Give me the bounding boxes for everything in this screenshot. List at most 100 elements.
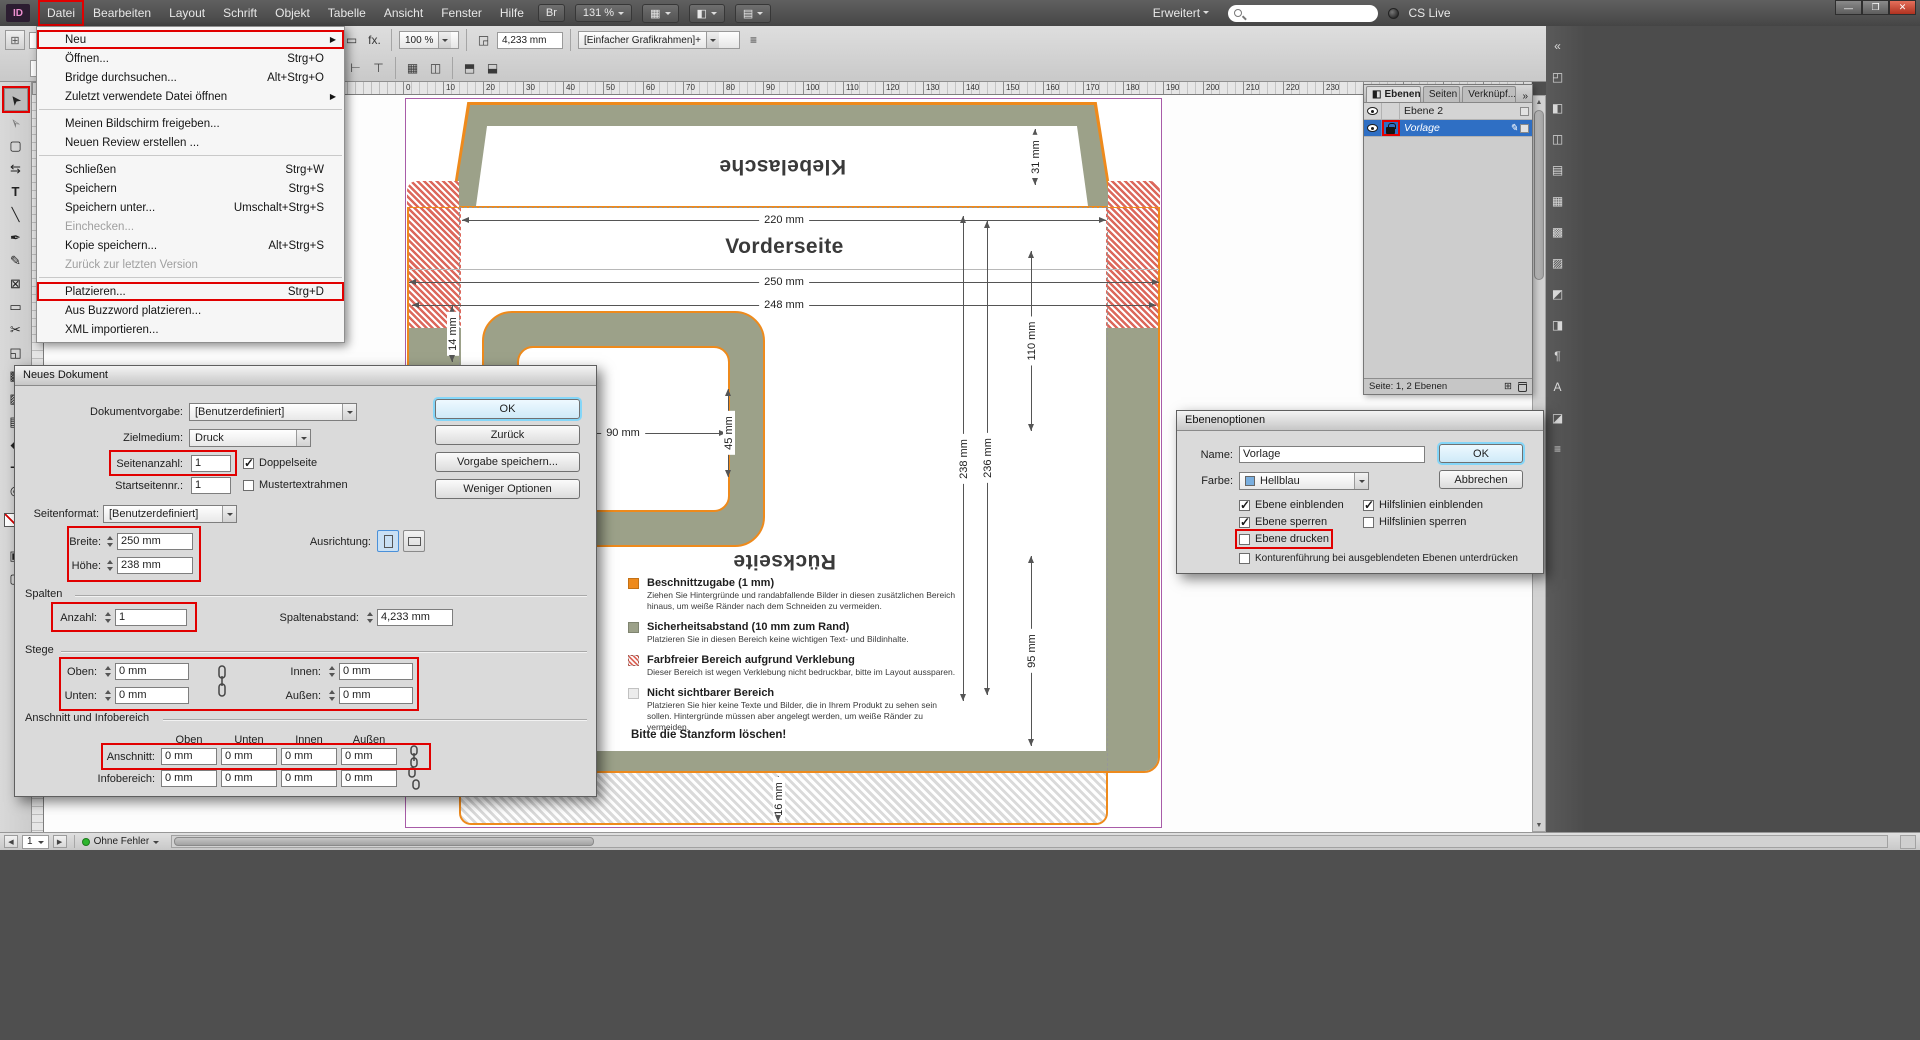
- pages-panel-icon[interactable]: ◰: [1548, 67, 1567, 86]
- tab-pages[interactable]: Seiten: [1423, 86, 1460, 102]
- stroke-panel-icon[interactable]: ▤: [1548, 160, 1567, 179]
- slug-top-field[interactable]: 0 mm: [161, 770, 217, 787]
- pencil-tool-button[interactable]: ✎: [4, 249, 28, 272]
- gradient-panel-icon[interactable]: ▨: [1548, 253, 1567, 272]
- corner-size-field[interactable]: 4,233 mm: [497, 32, 563, 49]
- margin-inside-field[interactable]: 0 mm: [339, 663, 413, 680]
- page-format-dropdown[interactable]: [Benutzerdefiniert]: [103, 505, 237, 523]
- restore-button[interactable]: ❐: [1862, 0, 1889, 15]
- fewer-options-button[interactable]: Weniger Optionen: [435, 479, 580, 499]
- bridge-button[interactable]: Br: [538, 4, 565, 22]
- menubar-item[interactable]: Fenster: [432, 0, 491, 26]
- tab-links[interactable]: Verknüpf...: [1462, 86, 1516, 102]
- close-button[interactable]: ✕: [1889, 0, 1916, 15]
- opacity-dropdown[interactable]: 100 %: [399, 31, 459, 49]
- gap-tool-button[interactable]: ⇆: [4, 157, 28, 180]
- margin-bottom-field[interactable]: 0 mm: [115, 687, 189, 704]
- free-transform-tool-button[interactable]: ◱: [4, 341, 28, 364]
- panel-collapse-icon[interactable]: »: [1518, 91, 1532, 102]
- next-page-button[interactable]: ▶: [53, 835, 67, 848]
- file-menu-item[interactable]: Platzieren... Strg+D: [37, 282, 344, 301]
- slug-outside-field[interactable]: 0 mm: [341, 770, 397, 787]
- object-styles-panel-icon[interactable]: ◪: [1548, 408, 1567, 427]
- bleed-top-field[interactable]: 0 mm: [161, 748, 217, 765]
- expand-panels-icon[interactable]: «: [1548, 36, 1567, 55]
- checkbox-icon[interactable]: [1239, 534, 1250, 545]
- show-layer-checkbox[interactable]: Ebene einblenden: [1239, 499, 1344, 511]
- margin-bottom-stepper[interactable]: [103, 687, 113, 704]
- checkbox-icon[interactable]: [1363, 517, 1374, 528]
- suppress-text-wrap-checkbox[interactable]: Konturenführung bei ausgeblendeten Ebene…: [1239, 553, 1518, 564]
- file-menu-item[interactable]: Aus Buzzword platzieren...: [37, 301, 344, 320]
- layer-lock-cell[interactable]: [1382, 120, 1400, 136]
- effects-fx-button[interactable]: fx.: [365, 31, 384, 50]
- preset-dropdown[interactable]: [Benutzerdefiniert]: [189, 403, 357, 421]
- layer-name[interactable]: Ebene 2: [1400, 105, 1520, 117]
- scroll-up-icon[interactable]: ▲: [1533, 96, 1545, 108]
- workspace-switcher[interactable]: Erweitert: [1144, 0, 1219, 26]
- text-wrap-panel-icon[interactable]: ◨: [1548, 315, 1567, 334]
- panel-menu-icon[interactable]: ≡: [744, 31, 763, 50]
- bleed-bottom-field[interactable]: 0 mm: [221, 748, 277, 765]
- margin-top-stepper[interactable]: [103, 663, 113, 680]
- arrange-documents-button[interactable]: ▤: [735, 4, 771, 23]
- layer-name-field[interactable]: Vorlage: [1239, 446, 1425, 463]
- cancel-button[interactable]: Abbrechen: [1439, 470, 1523, 489]
- start-page-field[interactable]: 1: [191, 477, 231, 494]
- align-top-icon[interactable]: ⊤: [369, 59, 388, 78]
- show-guides-checkbox[interactable]: Hilfslinien einblenden: [1363, 499, 1483, 511]
- column-count-field[interactable]: 1: [115, 609, 187, 626]
- gutter-field[interactable]: 4,233 mm: [377, 609, 453, 626]
- drop-shadow-icon[interactable]: ⬒: [460, 59, 479, 78]
- intent-dropdown[interactable]: Druck: [189, 429, 311, 447]
- file-menu-item[interactable]: Neu ▶: [37, 30, 344, 49]
- align-panel-icon[interactable]: ≡: [1548, 439, 1567, 458]
- pages-count-field[interactable]: 1: [191, 455, 231, 472]
- multiply-effect-icon[interactable]: ⬓: [483, 59, 502, 78]
- links-panel-icon[interactable]: ◫: [1548, 129, 1567, 148]
- margin-outside-field[interactable]: 0 mm: [339, 687, 413, 704]
- menubar-item[interactable]: Layout: [160, 0, 214, 26]
- master-frame-checkbox[interactable]: Mustertextrahmen: [243, 479, 348, 491]
- file-menu-item[interactable]: Kopie speichern... Alt+Strg+S: [37, 236, 344, 255]
- paragraph-panel-icon[interactable]: ¶: [1548, 346, 1567, 365]
- file-menu-item[interactable]: Speichern unter... Umschalt+Strg+S: [37, 198, 344, 217]
- checkbox-icon[interactable]: [1239, 553, 1250, 564]
- direct-selection-tool-button[interactable]: ➣: [4, 111, 28, 134]
- line-tool-button[interactable]: ╲: [4, 203, 28, 226]
- reference-point-proxy[interactable]: ⊞: [5, 30, 25, 50]
- ok-button[interactable]: OK: [435, 399, 580, 419]
- frame-tool-button[interactable]: ⊠: [4, 272, 28, 295]
- layer-visibility-cell[interactable]: [1364, 120, 1382, 136]
- vertical-scroll-thumb[interactable]: [1534, 110, 1544, 280]
- pen-tool-button[interactable]: ✒: [4, 226, 28, 249]
- menubar-item[interactable]: Ansicht: [375, 0, 432, 26]
- previous-page-button[interactable]: ◀: [4, 835, 18, 848]
- tab-layers[interactable]: ◧Ebenen: [1366, 86, 1421, 102]
- height-value-field[interactable]: 238 mm: [117, 557, 193, 574]
- wrap-around-icon[interactable]: ◫: [426, 59, 445, 78]
- dialog-titlebar[interactable]: Neues Dokument: [15, 366, 596, 386]
- checkbox-icon[interactable]: [243, 480, 254, 491]
- file-menu-item[interactable]: Speichern Strg+S: [37, 179, 344, 198]
- dialog-titlebar[interactable]: Ebenenoptionen: [1177, 411, 1543, 431]
- save-preset-button[interactable]: Vorgabe speichern...: [435, 452, 580, 472]
- bleed-inside-field[interactable]: 0 mm: [281, 748, 337, 765]
- selection-tool-button[interactable]: ➤: [4, 88, 28, 111]
- scroll-down-icon[interactable]: ▼: [1533, 819, 1545, 831]
- color-panel-icon[interactable]: ▦: [1548, 191, 1567, 210]
- margin-inside-stepper[interactable]: [327, 663, 337, 680]
- delete-layer-icon[interactable]: [1518, 382, 1527, 392]
- menubar-item[interactable]: Objekt: [266, 0, 319, 26]
- orientation-landscape-button[interactable]: [403, 530, 425, 552]
- file-menu-item[interactable]: Zurück zur letzten Version: [37, 255, 344, 274]
- effects-panel-icon[interactable]: ◩: [1548, 284, 1567, 303]
- margin-top-field[interactable]: 0 mm: [115, 663, 189, 680]
- horizontal-scroll-thumb[interactable]: [174, 837, 594, 846]
- layer-row-selected[interactable]: Vorlage ✎: [1364, 120, 1532, 137]
- file-menu-item[interactable]: Meinen Bildschirm freigeben...: [37, 114, 344, 133]
- bleed-outside-field[interactable]: 0 mm: [341, 748, 397, 765]
- align-right-icon[interactable]: ⊢: [346, 59, 365, 78]
- width-value-field[interactable]: 250 mm: [117, 533, 193, 550]
- column-count-stepper[interactable]: [103, 609, 113, 626]
